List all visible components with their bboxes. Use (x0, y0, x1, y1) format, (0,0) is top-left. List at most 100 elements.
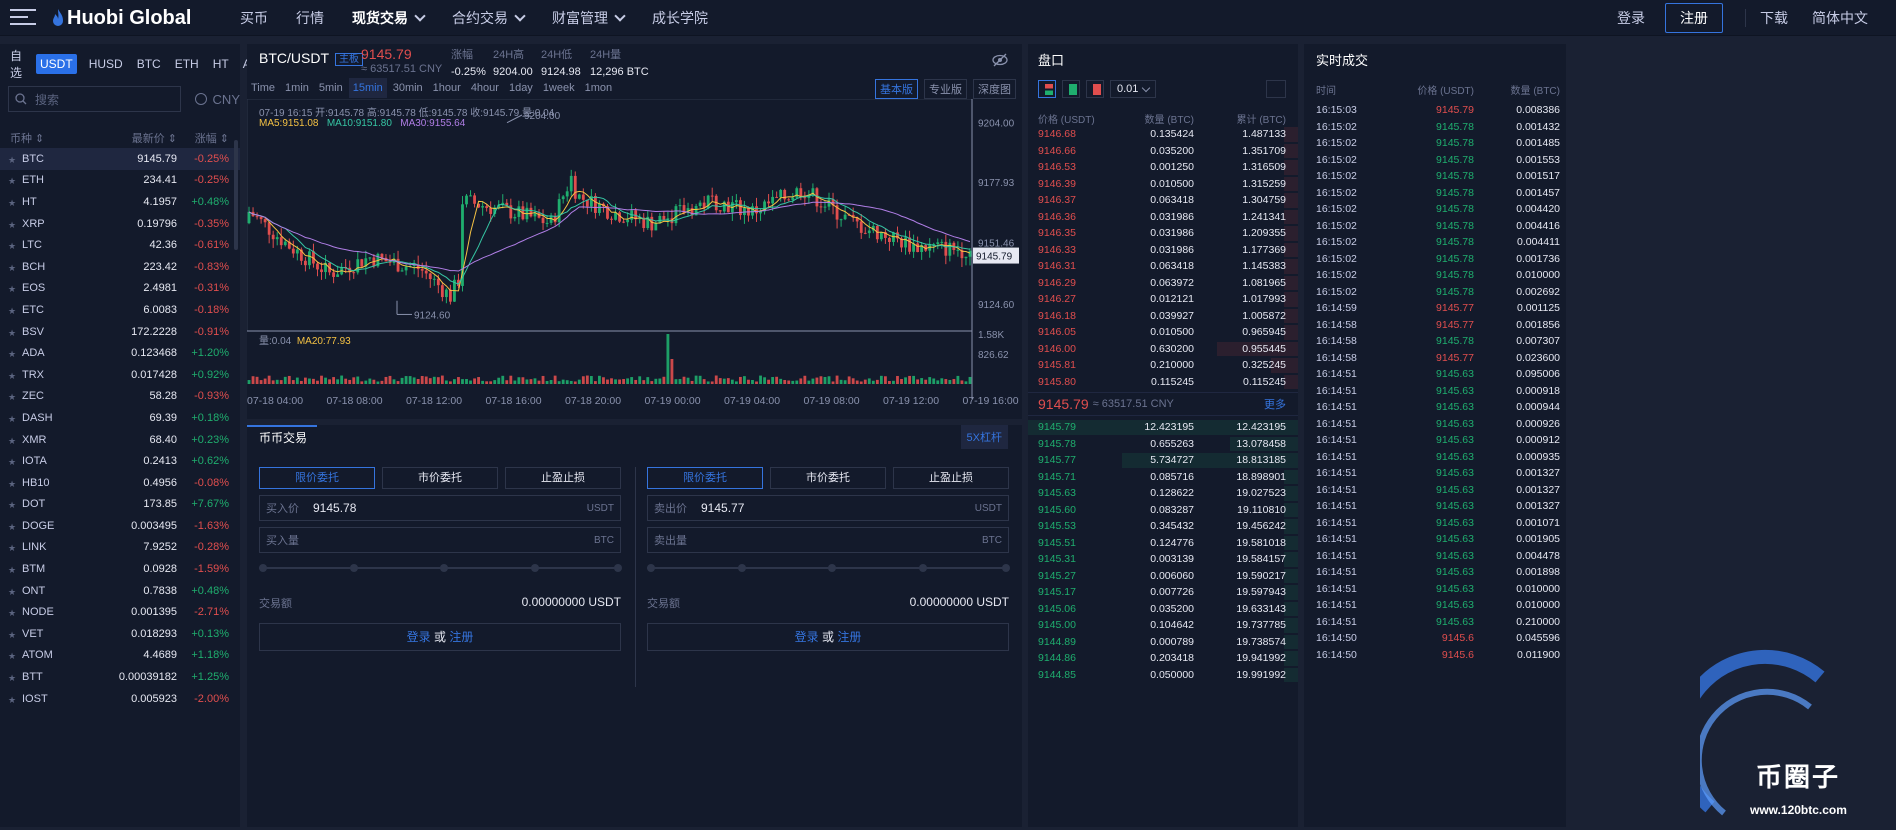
star-icon[interactable]: ★ (8, 457, 16, 468)
col-last-price[interactable]: 最新价 ⇕ (105, 130, 177, 146)
login-link[interactable]: 登录 (1617, 8, 1645, 28)
coin-row[interactable]: ★ IOST 0.005923 -2.00% (0, 688, 240, 710)
star-icon[interactable]: ★ (8, 349, 16, 360)
order-book-row[interactable]: 9146.00 0.630200 0.955445 (1028, 341, 1298, 358)
coin-row[interactable]: ★ LTC 42.36 -0.61% (0, 234, 240, 256)
star-icon[interactable]: ★ (8, 543, 16, 554)
timeframe-tab[interactable]: 1mon (581, 78, 617, 98)
order-book-row[interactable]: 9145.51 0.124776 19.581018 (1028, 535, 1298, 552)
star-icon[interactable]: ★ (8, 263, 16, 274)
sell-percent-slider[interactable] (647, 564, 1010, 572)
coin-row[interactable]: ★ VET 0.018293 +0.13% (0, 623, 240, 645)
order-book-row[interactable]: 9146.36 0.031986 1.241341 (1028, 209, 1298, 226)
order-book-row[interactable]: 9146.29 0.063972 1.081965 (1028, 275, 1298, 292)
col-change[interactable]: 涨幅 ⇕ (177, 130, 229, 146)
order-book-row[interactable]: 9145.00 0.104642 19.737785 (1028, 617, 1298, 634)
register-button[interactable]: 注册 (1665, 3, 1723, 33)
star-icon[interactable]: ★ (8, 155, 16, 166)
star-icon[interactable]: ★ (8, 241, 16, 252)
star-icon[interactable]: ★ (8, 673, 16, 684)
currency-tab[interactable]: HT (213, 57, 229, 71)
download-link[interactable]: 下载 (1760, 8, 1788, 28)
order-book-row[interactable]: 9145.53 0.345432 19.456242 (1028, 518, 1298, 535)
timeframe-tab[interactable]: 15min (348, 78, 387, 98)
coin-row[interactable]: ★ ETH 234.41 -0.25% (0, 170, 240, 192)
order-book-row[interactable]: 9145.63 0.128622 19.027523 (1028, 485, 1298, 502)
coin-row[interactable]: ★ LINK 7.9252 -0.28% (0, 537, 240, 559)
star-icon[interactable]: ★ (8, 587, 16, 598)
currency-tab[interactable]: ETH (175, 57, 199, 71)
timeframe-tab[interactable]: 4hour (467, 78, 503, 98)
refresh-icon[interactable] (1266, 80, 1286, 98)
star-icon[interactable]: ★ (8, 436, 16, 447)
buy-login-button[interactable]: 登录 或 注册 (259, 623, 621, 651)
star-icon[interactable]: ★ (8, 392, 16, 403)
order-book-row[interactable]: 9145.77 5.734727 18.813185 (1028, 452, 1298, 469)
coin-row[interactable]: ★ DOT 173.85 +7.67% (0, 494, 240, 516)
star-icon[interactable]: ★ (8, 630, 16, 641)
trade-tab-spot[interactable]: 币币交易 (259, 429, 307, 446)
buy-amount-input[interactable]: 买入量 BTC (259, 527, 621, 553)
star-icon[interactable]: ★ (8, 414, 16, 425)
currency-tab[interactable]: BTC (137, 57, 161, 71)
star-icon[interactable]: ★ (8, 500, 16, 511)
coin-row[interactable]: ★ ATOM 4.4689 +1.18% (0, 645, 240, 667)
order-book-row[interactable]: 9145.71 0.085716 18.898901 (1028, 469, 1298, 486)
order-book-row[interactable]: 9146.68 0.135424 1.487133 (1028, 126, 1298, 143)
coin-row[interactable]: ★ BTM 0.0928 -1.59% (0, 558, 240, 580)
nav-academy[interactable]: 成长学院 (652, 8, 708, 28)
sell-login-button[interactable]: 登录 或 注册 (647, 623, 1009, 651)
star-icon[interactable]: ★ (8, 284, 16, 295)
coin-row[interactable]: ★ BTC 9145.79 -0.25% (0, 148, 240, 170)
star-icon[interactable]: ★ (8, 328, 16, 339)
cny-toggle[interactable]: CNY (194, 92, 240, 107)
order-book-row[interactable]: 9146.39 0.010500 1.315259 (1028, 176, 1298, 193)
tab-market-order[interactable]: 市价委托 (382, 467, 498, 489)
order-book-row[interactable]: 9145.80 0.115245 0.115245 (1028, 374, 1298, 391)
order-book-row[interactable]: 9146.35 0.031986 1.209355 (1028, 225, 1298, 242)
nav-buy-crypto[interactable]: 买币 (240, 8, 268, 28)
order-book-row[interactable]: 9144.85 0.050000 19.991992 (1028, 667, 1298, 684)
timeframe-tab[interactable]: Time (247, 78, 279, 98)
view-tab[interactable]: 深度图 (973, 79, 1016, 99)
precision-select[interactable]: 0.01 (1110, 80, 1156, 98)
coin-row[interactable]: ★ HT 4.1957 +0.48% (0, 191, 240, 213)
coin-row[interactable]: ★ DOGE 0.003495 -1.63% (0, 515, 240, 537)
timeframe-tab[interactable]: 1hour (429, 78, 465, 98)
currency-tab[interactable]: 自选 (10, 47, 22, 81)
nav-contract-trading[interactable]: 合约交易 (452, 8, 524, 28)
coin-row[interactable]: ★ ZEC 58.28 -0.93% (0, 386, 240, 408)
order-book-row[interactable]: 9145.06 0.035200 19.633143 (1028, 601, 1298, 618)
search-input[interactable]: 搜索 (8, 86, 181, 112)
order-book-row[interactable]: 9145.31 0.003139 19.584157 (1028, 551, 1298, 568)
order-book-row[interactable]: 9145.78 0.655263 13.078458 (1028, 436, 1298, 453)
more-link[interactable]: 更多 (1264, 396, 1286, 412)
view-tab[interactable]: 专业版 (924, 79, 967, 99)
nav-markets[interactable]: 行情 (296, 8, 324, 28)
star-icon[interactable]: ★ (8, 306, 16, 317)
star-icon[interactable]: ★ (8, 220, 16, 231)
coin-row[interactable]: ★ BSV 172.2228 -0.91% (0, 321, 240, 343)
buy-price-input[interactable]: 买入价 9145.78 USDT (259, 495, 621, 521)
star-icon[interactable]: ★ (8, 176, 16, 187)
coin-row[interactable]: ★ BTT 0.00039182 +1.25% (0, 666, 240, 688)
coin-row[interactable]: ★ XMR 68.40 +0.23% (0, 429, 240, 451)
hamburger-menu-icon[interactable] (10, 9, 36, 27)
coin-row[interactable]: ★ DASH 69.39 +0.18% (0, 407, 240, 429)
order-book-row[interactable]: 9146.05 0.010500 0.965945 (1028, 324, 1298, 341)
tab-limit-order[interactable]: 限价委托 (647, 467, 763, 489)
currency-tab[interactable]: HUSD (89, 57, 123, 71)
order-book-row[interactable]: 9146.33 0.031986 1.177369 (1028, 242, 1298, 259)
candlestick-chart[interactable]: 9204.009177.939151.469124.609145.791.58K… (247, 99, 1022, 419)
symbol-selector[interactable]: BTC/USDT 主板 (259, 50, 363, 66)
tab-market-order[interactable]: 市价委托 (770, 467, 886, 489)
coin-row[interactable]: ★ ONT 0.7838 +0.48% (0, 580, 240, 602)
coin-row[interactable]: ★ ADA 0.123468 +1.20% (0, 342, 240, 364)
star-icon[interactable]: ★ (8, 522, 16, 533)
order-book-row[interactable]: 9146.18 0.039927 1.005872 (1028, 308, 1298, 325)
order-book-row[interactable]: 9144.86 0.203418 19.941992 (1028, 650, 1298, 667)
brand-logo[interactable]: Huobi Global (52, 7, 191, 30)
sell-amount-input[interactable]: 卖出量 BTC (647, 527, 1009, 553)
order-book-row[interactable]: 9144.89 0.000789 19.738574 (1028, 634, 1298, 651)
leverage-button[interactable]: 5X杠杆 (960, 425, 1008, 449)
